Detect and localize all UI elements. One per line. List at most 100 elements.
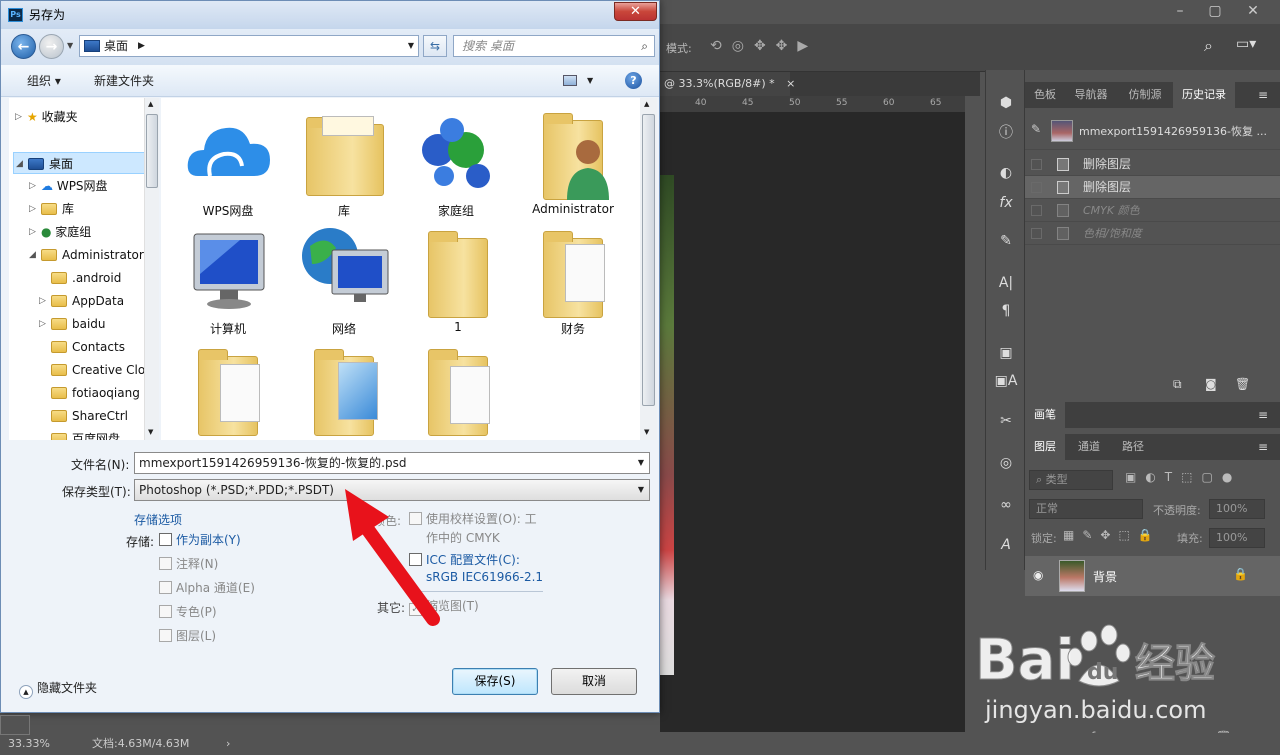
tab-paths[interactable]: 路径 xyxy=(1113,434,1153,460)
tab-clone-source[interactable]: 仿制源 xyxy=(1117,82,1173,108)
hide-folders-toggle[interactable]: ▲ 隐藏文件夹 xyxy=(19,679,97,699)
address-crumb[interactable]: 桌面 xyxy=(104,36,128,56)
3d-icon[interactable]: ⬢ xyxy=(994,92,1018,114)
search-icon[interactable]: ⌕ xyxy=(1204,36,1213,56)
tab-brush[interactable]: 画笔 xyxy=(1025,402,1065,428)
zoom-readout[interactable]: 33.33% xyxy=(8,733,50,755)
document-tab[interactable]: @ 33.3%(RGB/8#) * × xyxy=(660,72,795,96)
history-item[interactable]: 删除图层 xyxy=(1025,176,1280,199)
organize-button[interactable]: 组织 ▾ xyxy=(27,65,61,97)
visibility-eye-icon[interactable]: ◉ xyxy=(1033,568,1043,582)
address-bar[interactable]: 桌面 ▶ ▼ xyxy=(79,35,419,57)
nav-item-library[interactable]: ▷ 库 xyxy=(29,198,74,220)
file-item-folder[interactable] xyxy=(403,342,513,438)
history-dropdown-icon[interactable]: ▼ xyxy=(67,41,73,50)
expand-arrow-icon[interactable]: ▷ xyxy=(15,106,22,128)
scroll-down-icon[interactable]: ▼ xyxy=(148,428,153,436)
expand-arrow-icon[interactable]: ▷ xyxy=(39,290,46,312)
panel-menu-icon[interactable]: ≡ xyxy=(1258,408,1268,422)
nav-item-wps[interactable]: ▷ ☁ WPS网盘 xyxy=(29,175,108,197)
nav-item-folder[interactable]: Creative Clo xyxy=(51,359,145,381)
tools-icon[interactable]: ✂ xyxy=(994,410,1018,432)
layer-filter-select[interactable]: ⌕ 类型 xyxy=(1029,470,1113,490)
collapse-arrow-icon[interactable]: ◢ xyxy=(16,153,23,175)
tab-channels[interactable]: 通道 xyxy=(1069,434,1109,460)
file-item-folder[interactable] xyxy=(173,342,283,438)
history-checkbox[interactable] xyxy=(1031,228,1042,239)
new-doc-from-state-icon[interactable]: ⧉ xyxy=(1173,377,1182,392)
filename-dropdown-icon[interactable]: ▼ xyxy=(633,453,649,473)
nav-item-folder[interactable]: .android xyxy=(51,267,121,289)
checkbox-box[interactable] xyxy=(159,605,172,618)
checkbox-box[interactable] xyxy=(159,629,172,642)
nav-item-administrator[interactable]: ◢ Administrator xyxy=(29,244,144,266)
file-item-finance[interactable]: 财务 xyxy=(518,224,628,337)
dialog-titlebar[interactable]: Ps 另存为 ✕ xyxy=(1,1,659,29)
layer-row[interactable]: ◉ 背景 🔒 xyxy=(1025,556,1280,596)
file-item-folder[interactable] xyxy=(289,342,399,438)
file-item-folder-1[interactable]: 1 xyxy=(403,224,513,334)
dialog-close-button[interactable]: ✕ xyxy=(614,2,657,21)
nav-item-homegroup[interactable]: ▷ ● 家庭组 xyxy=(29,221,91,243)
scroll-thumb[interactable] xyxy=(642,114,655,406)
expand-arrow-icon[interactable]: ▷ xyxy=(39,313,46,335)
nav-item-folder[interactable]: ShareCtrl xyxy=(51,405,128,427)
nav-item-folder[interactable]: ▷ AppData xyxy=(39,290,124,312)
minimize-icon[interactable]: – xyxy=(1165,0,1195,22)
3d-mode-icons[interactable]: ⟲◎✥✥▶ xyxy=(710,38,818,54)
help-icon[interactable]: ? xyxy=(625,72,642,89)
file-item-library[interactable]: 库 xyxy=(289,106,399,219)
forward-button[interactable]: → xyxy=(39,34,64,59)
para-icon[interactable]: ¶ xyxy=(994,300,1018,322)
spot-colors-checkbox[interactable]: 专色(P) xyxy=(159,605,217,619)
new-folder-button[interactable]: 新建文件夹 xyxy=(94,65,154,97)
expand-arrow-icon[interactable]: ▷ xyxy=(29,198,36,220)
opacity-input[interactable]: 100% xyxy=(1209,499,1265,519)
tab-navigator[interactable]: 导航器 xyxy=(1065,82,1117,108)
canvas-area[interactable] xyxy=(660,112,965,732)
filetype-dropdown-icon[interactable]: ▼ xyxy=(633,480,649,500)
scroll-down-icon[interactable]: ▼ xyxy=(644,428,649,436)
tab-history[interactable]: 历史记录 xyxy=(1173,82,1235,108)
char-style-icon[interactable]: ▣A xyxy=(994,370,1018,392)
history-checkbox[interactable] xyxy=(1031,205,1042,216)
tab-layers[interactable]: 图层 xyxy=(1025,434,1065,460)
save-options-link[interactable]: 存储选项 xyxy=(134,511,182,528)
tab-swatches[interactable]: 色板 xyxy=(1025,82,1065,108)
back-button[interactable]: ← xyxy=(11,34,36,59)
filename-input[interactable]: mmexport1591426959136-恢复的-恢复的.psd ▼ xyxy=(134,452,650,474)
char-icon[interactable]: A| xyxy=(994,272,1018,294)
nav-item-desktop[interactable]: ◢ 桌面 xyxy=(13,152,147,174)
history-snapshot[interactable]: ✎ mmexport1591426959136-恢复 ... xyxy=(1025,110,1280,150)
nav-item-folder[interactable]: fotiaoqiang xyxy=(51,382,140,404)
snapshot-camera-icon[interactable]: ◙ xyxy=(1205,377,1217,391)
alpha-channels-checkbox[interactable]: Alpha 通道(E) xyxy=(159,581,255,595)
panel-menu-icon[interactable]: ≡ xyxy=(1258,88,1268,102)
adjust-icon[interactable]: ◐ xyxy=(994,162,1018,184)
fx-icon[interactable]: fx xyxy=(994,192,1018,214)
panel-menu-icon[interactable]: ≡ xyxy=(1258,440,1268,454)
info-icon[interactable]: ⓘ xyxy=(994,122,1018,144)
history-checkbox[interactable] xyxy=(1031,159,1042,170)
blend-mode-select[interactable]: 正常 xyxy=(1029,499,1143,519)
nav-item-folder[interactable]: ▷ baidu xyxy=(39,313,106,335)
layer-filter-icons[interactable]: ▣◐T⬚▢● xyxy=(1125,470,1241,484)
nav-item-folder[interactable]: Contacts xyxy=(51,336,125,358)
nav-scrollbar[interactable]: ▲ ▼ xyxy=(144,98,159,440)
cancel-button[interactable]: 取消 xyxy=(551,668,637,695)
trash-icon[interactable]: 🗑 xyxy=(1235,377,1250,391)
file-item-wps[interactable]: WPS网盘 xyxy=(173,106,283,219)
brush-preset-icon[interactable]: ✎ xyxy=(994,230,1018,252)
lock-icons[interactable]: ▦✎✥⬚🔒 xyxy=(1063,528,1161,542)
checkbox-box[interactable] xyxy=(159,557,172,570)
history-item[interactable]: 色相/饱和度 xyxy=(1025,222,1280,245)
expand-arrow-icon[interactable]: ▷ xyxy=(29,221,36,243)
path-icon[interactable]: ◎ xyxy=(994,452,1018,474)
history-checkbox[interactable] xyxy=(1031,182,1042,193)
maximize-icon[interactable]: ▢ xyxy=(1200,0,1230,22)
workspace-icon[interactable]: ▭▾ xyxy=(1236,36,1256,52)
file-view-scrollbar[interactable]: ▲ ▼ xyxy=(640,98,657,440)
file-item-administrator[interactable]: Administrator xyxy=(518,106,628,216)
close-icon[interactable]: ✕ xyxy=(1238,0,1268,22)
layers-checkbox[interactable]: 图层(L) xyxy=(159,629,216,643)
